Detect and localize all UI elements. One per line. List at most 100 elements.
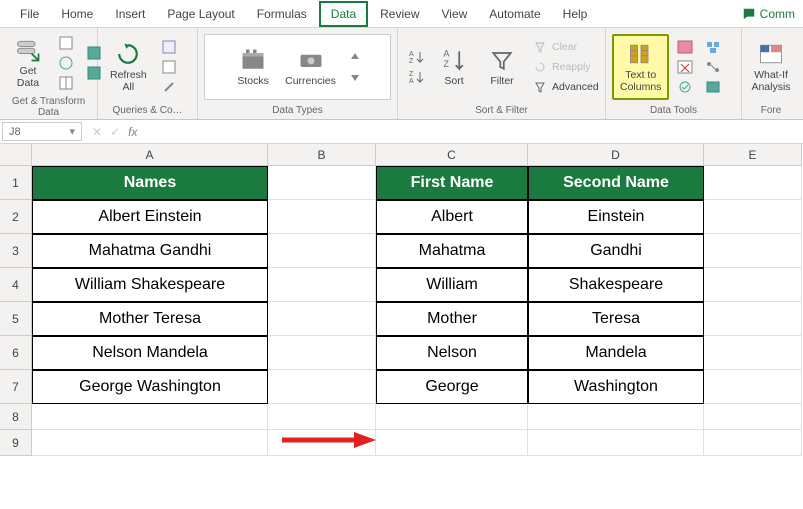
queries-button[interactable]	[157, 38, 181, 56]
cell-E3[interactable]	[704, 234, 802, 268]
cell-C7[interactable]: George	[376, 370, 528, 404]
tab-formulas[interactable]: Formulas	[247, 3, 317, 25]
comments-button[interactable]: Comm	[734, 3, 803, 25]
cell-E5[interactable]	[704, 302, 802, 336]
fx-icon[interactable]: fx	[128, 125, 137, 139]
properties-button[interactable]	[157, 58, 181, 76]
tab-help[interactable]: Help	[553, 3, 598, 25]
from-web-button[interactable]	[54, 54, 78, 72]
tab-review[interactable]: Review	[370, 3, 429, 25]
cell-A5[interactable]: Mother Teresa	[32, 302, 268, 336]
cell-B9[interactable]	[268, 430, 376, 456]
cell-A4[interactable]: William Shakespeare	[32, 268, 268, 302]
cell-A3[interactable]: Mahatma Gandhi	[32, 234, 268, 268]
reapply-button[interactable]: Reapply	[528, 58, 603, 76]
cell-E1[interactable]	[704, 166, 802, 200]
filter-button[interactable]: Filter	[480, 42, 524, 92]
row-header-3[interactable]: 3	[0, 234, 32, 268]
cell-D4[interactable]: Shakespeare	[528, 268, 704, 302]
from-text-button[interactable]	[54, 34, 78, 52]
tab-view[interactable]: View	[432, 3, 478, 25]
cell-C6[interactable]: Nelson	[376, 336, 528, 370]
sort-za-button[interactable]: ZA	[404, 68, 428, 86]
whatif-button[interactable]: What-If Analysis	[748, 36, 794, 97]
cell-D2[interactable]: Einstein	[528, 200, 704, 234]
cell-E6[interactable]	[704, 336, 802, 370]
cell-D1[interactable]: Second Name	[528, 166, 704, 200]
tab-pagelayout[interactable]: Page Layout	[157, 3, 244, 25]
tab-data[interactable]: Data	[319, 1, 368, 27]
cell-A2[interactable]: Albert Einstein	[32, 200, 268, 234]
row-header-1[interactable]: 1	[0, 166, 32, 200]
tab-automate[interactable]: Automate	[479, 3, 550, 25]
refresh-all-button[interactable]: Refresh All	[104, 36, 153, 97]
row-header-9[interactable]: 9	[0, 430, 32, 456]
tab-home[interactable]: Home	[51, 3, 103, 25]
row-header-8[interactable]: 8	[0, 404, 32, 430]
cell-B6[interactable]	[268, 336, 376, 370]
cell-B4[interactable]	[268, 268, 376, 302]
cell-D5[interactable]: Teresa	[528, 302, 704, 336]
cell-A9[interactable]	[32, 430, 268, 456]
currencies-button[interactable]: Currencies	[279, 42, 342, 92]
col-header-B[interactable]: B	[268, 144, 376, 166]
flash-fill-button[interactable]	[673, 38, 697, 56]
cell-C9[interactable]	[376, 430, 528, 456]
cell-C3[interactable]: Mahatma	[376, 234, 528, 268]
cell-D7[interactable]: Washington	[528, 370, 704, 404]
row-header-4[interactable]: 4	[0, 268, 32, 302]
remove-dupes-button[interactable]	[673, 58, 697, 76]
cell-A7[interactable]: George Washington	[32, 370, 268, 404]
datatypes-down-icon[interactable]	[350, 73, 360, 83]
data-validation-button[interactable]	[673, 78, 697, 96]
cell-B8[interactable]	[268, 404, 376, 430]
col-header-A[interactable]: A	[32, 144, 268, 166]
datatypes-up-icon[interactable]	[350, 51, 360, 61]
cell-E8[interactable]	[704, 404, 802, 430]
cell-A1[interactable]: Names	[32, 166, 268, 200]
edit-links-button[interactable]	[157, 78, 181, 96]
cell-D9[interactable]	[528, 430, 704, 456]
row-header-2[interactable]: 2	[0, 200, 32, 234]
tab-insert[interactable]: Insert	[105, 3, 155, 25]
cell-B5[interactable]	[268, 302, 376, 336]
cell-E4[interactable]	[704, 268, 802, 302]
cell-A8[interactable]	[32, 404, 268, 430]
cell-B1[interactable]	[268, 166, 376, 200]
cell-C2[interactable]: Albert	[376, 200, 528, 234]
select-all-corner[interactable]	[0, 144, 32, 166]
cell-D3[interactable]: Gandhi	[528, 234, 704, 268]
relationships-button[interactable]	[701, 58, 725, 76]
cell-E7[interactable]	[704, 370, 802, 404]
cell-D8[interactable]	[528, 404, 704, 430]
row-header-5[interactable]: 5	[0, 302, 32, 336]
cell-A6[interactable]: Nelson Mandela	[32, 336, 268, 370]
cell-D6[interactable]: Mandela	[528, 336, 704, 370]
col-header-D[interactable]: D	[528, 144, 704, 166]
name-box[interactable]: J8 ▾	[2, 122, 82, 141]
cell-C1[interactable]: First Name	[376, 166, 528, 200]
cell-E2[interactable]	[704, 200, 802, 234]
col-header-C[interactable]: C	[376, 144, 528, 166]
cell-B2[interactable]	[268, 200, 376, 234]
cell-E9[interactable]	[704, 430, 802, 456]
cancel-icon[interactable]: ✕	[92, 125, 102, 139]
clear-button[interactable]: Clear	[528, 38, 603, 56]
formula-bar-input[interactable]	[145, 124, 803, 140]
manage-model-button[interactable]	[701, 78, 725, 96]
consolidate-button[interactable]	[701, 38, 725, 56]
cell-C8[interactable]	[376, 404, 528, 430]
from-table-button[interactable]	[54, 74, 78, 92]
enter-icon[interactable]: ✓	[110, 125, 120, 139]
stocks-button[interactable]: Stocks	[231, 42, 275, 92]
text-to-columns-button[interactable]: Text to Columns	[612, 34, 669, 99]
sort-az-button[interactable]: AZ	[404, 48, 428, 66]
col-header-E[interactable]: E	[704, 144, 802, 166]
cell-C5[interactable]: Mother	[376, 302, 528, 336]
cell-C4[interactable]: William	[376, 268, 528, 302]
sort-button[interactable]: AZ Sort	[432, 42, 476, 92]
cell-B7[interactable]	[268, 370, 376, 404]
row-header-7[interactable]: 7	[0, 370, 32, 404]
cell-B3[interactable]	[268, 234, 376, 268]
tab-file[interactable]: File	[10, 3, 49, 25]
